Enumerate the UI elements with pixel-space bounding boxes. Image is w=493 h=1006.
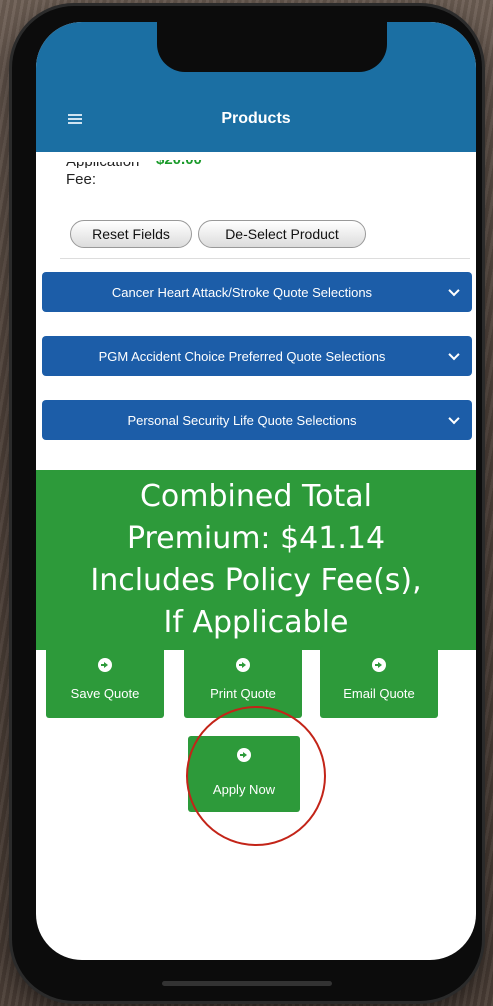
accordion-personal-security-life[interactable]: Personal Security Life Quote Selections [42, 400, 472, 440]
total-line-2: Premium: $41.14 [126, 521, 386, 556]
total-line-1: Combined Total [139, 479, 373, 514]
reset-fields-button[interactable]: Reset Fields [70, 220, 192, 248]
fee-label-top: Application [66, 162, 139, 168]
combined-total-banner: Combined Total Premium: $41.14 Includes … [36, 470, 476, 650]
total-line-4: If Applicable [163, 605, 349, 640]
accordion-pgm-accident-choice[interactable]: PGM Accident Choice Preferred Quote Sele… [42, 336, 472, 376]
save-quote-label: Save Quote [70, 686, 140, 701]
accordion-cancer-heart-attack-stroke[interactable]: Cancer Heart Attack/Stroke Quote Selecti… [42, 272, 472, 312]
chevron-down-icon[interactable] [446, 412, 462, 428]
phone-notch [157, 22, 387, 72]
chevron-down-icon[interactable] [446, 284, 462, 300]
app-screen: Products Application Fee: $20.00 Reset F… [36, 22, 476, 960]
deselect-product-button[interactable]: De-Select Product [198, 220, 366, 248]
application-fee-value: $20.00 [156, 160, 202, 168]
fee-label-bottom: Fee: [66, 171, 97, 188]
highlight-circle-annotation [186, 706, 326, 846]
phone-frame: Products Application Fee: $20.00 Reset F… [12, 6, 482, 1001]
divider [60, 258, 470, 259]
total-line-3: Includes Policy Fee(s), [90, 563, 422, 598]
print-quote-label: Print Quote [210, 686, 276, 701]
accordion-label: Personal Security Life Quote Selections [127, 412, 357, 428]
email-quote-label: Email Quote [343, 686, 415, 701]
accordion-label: Cancer Heart Attack/Stroke Quote Selecti… [111, 284, 373, 300]
application-fee-label: Application Fee: [66, 162, 139, 190]
save-quote-button[interactable]: Save Quote [46, 646, 164, 718]
home-indicator [162, 981, 332, 986]
arrow-right-circle-icon [98, 658, 112, 672]
page-title: Products [221, 110, 291, 127]
arrow-right-circle-icon [372, 658, 386, 672]
arrow-right-circle-icon [236, 658, 250, 672]
email-quote-button[interactable]: Email Quote [320, 646, 438, 718]
accordion-label: PGM Accident Choice Preferred Quote Sele… [98, 348, 386, 364]
chevron-down-icon[interactable] [446, 348, 462, 364]
